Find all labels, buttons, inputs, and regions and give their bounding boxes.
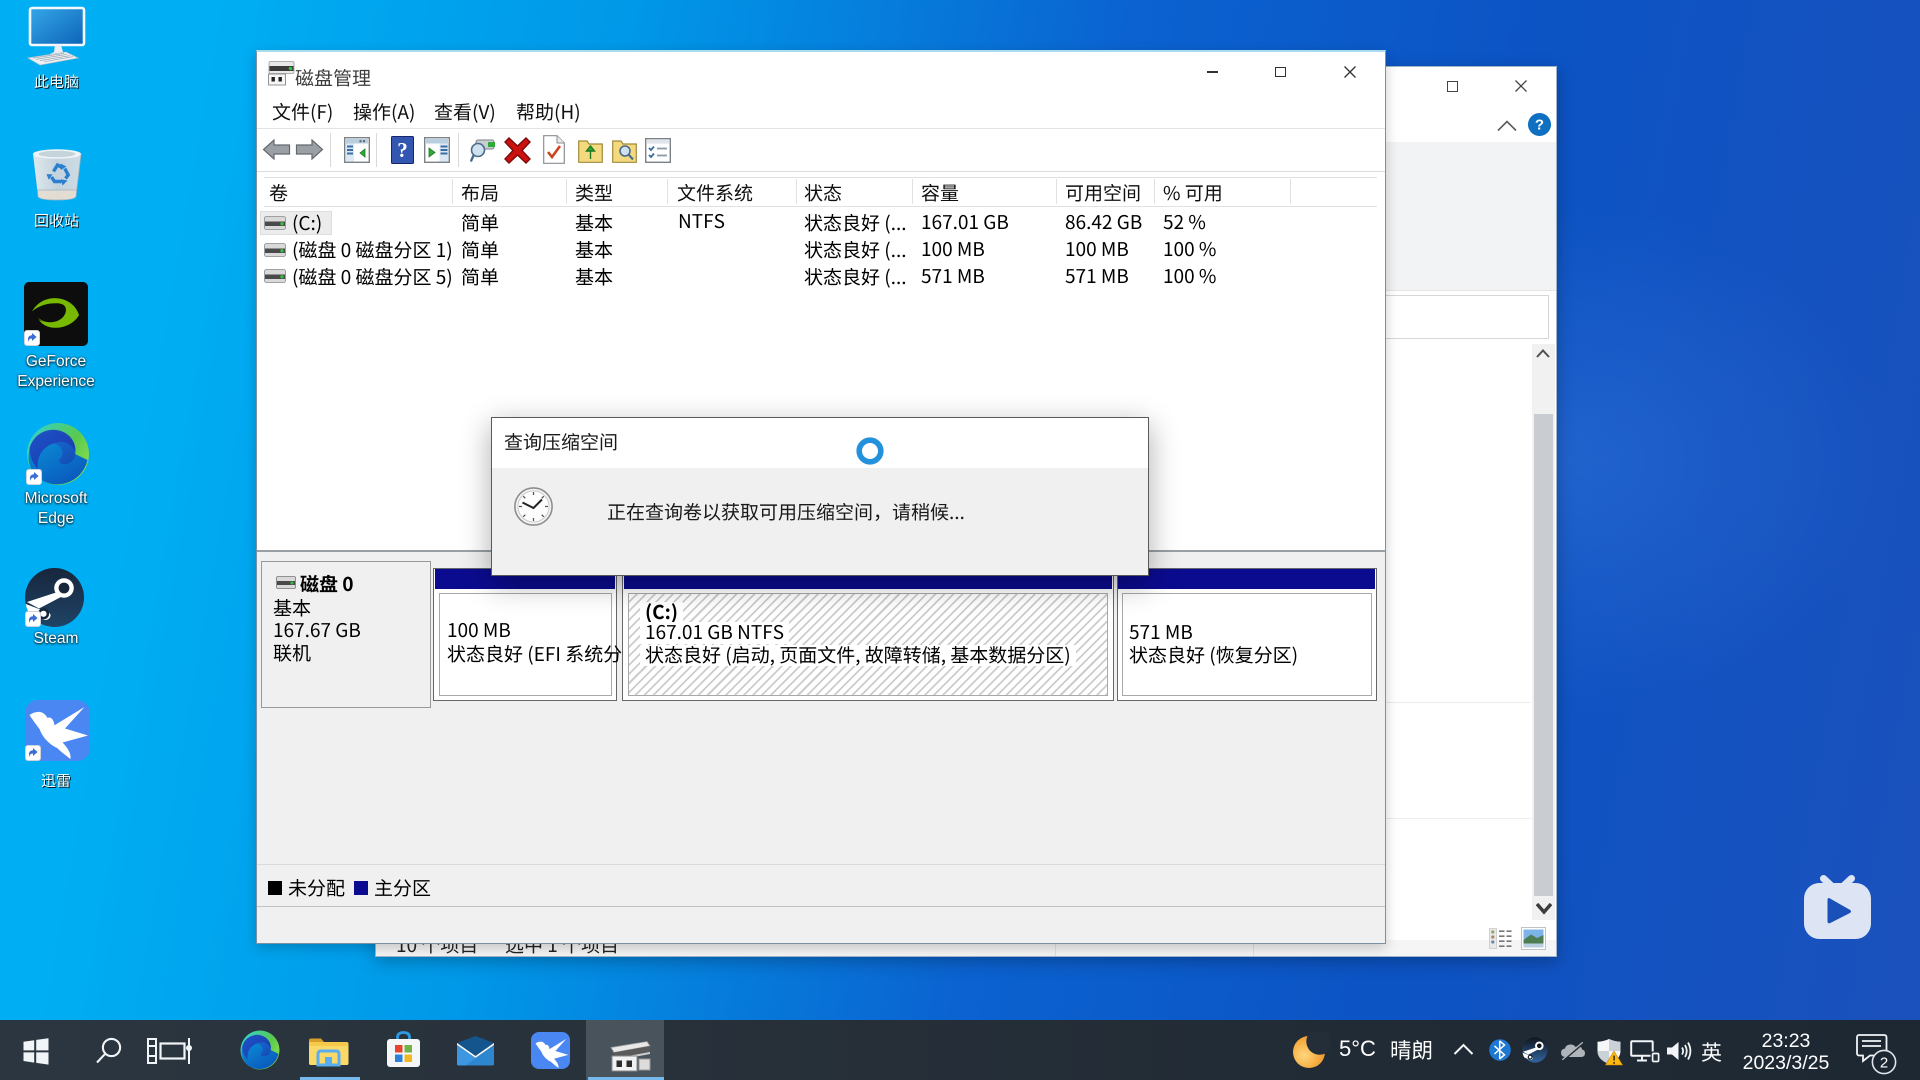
svg-text:?: ? bbox=[1535, 117, 1544, 134]
svg-text:?: ? bbox=[397, 138, 408, 162]
svg-text:2: 2 bbox=[1880, 1054, 1888, 1071]
